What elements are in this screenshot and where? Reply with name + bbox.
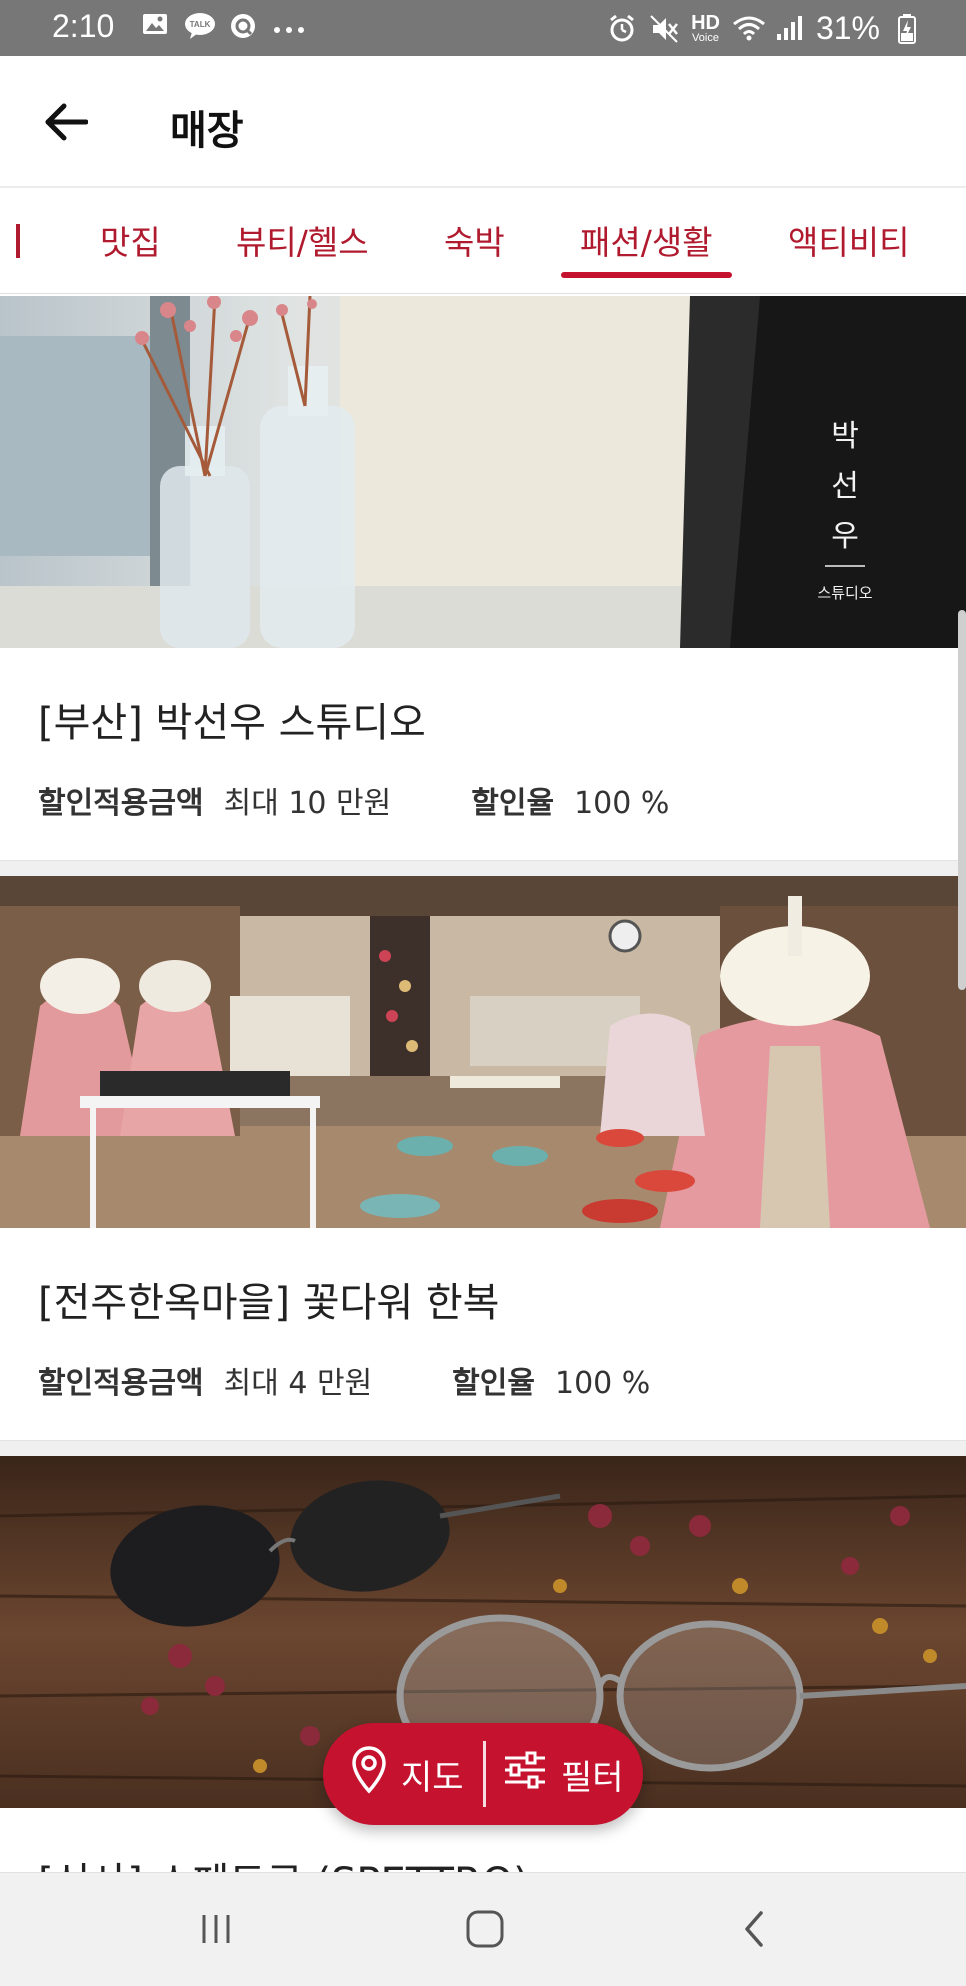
store-discount-info: 할인적용금액 최대 4 만원 할인율 100 %	[38, 1358, 730, 1402]
store-card[interactable]: [전주한옥마을] 꽃다워 한복 할인적용금액 최대 4 만원 할인율 100 %	[0, 876, 966, 1440]
discount-rate-label: 할인율	[452, 1366, 535, 1401]
tab-beauty-health[interactable]: 뷰티/헬스	[236, 216, 369, 264]
map-button[interactable]: 지도	[351, 1723, 464, 1825]
store-title[interactable]: [신사] 스페트로 (SPETTRO)	[38, 1850, 529, 1872]
recent-apps-button[interactable]	[186, 1903, 246, 1959]
map-label: 지도	[401, 1757, 464, 1798]
category-tabs: 맛집 뷰티/헬스 숙박 패션/생활 액티비티	[0, 190, 966, 294]
store-image[interactable]: 박 선 우 스튜디오	[0, 296, 966, 648]
talk-notification-icon: TALK	[184, 12, 215, 42]
svg-text:TALK: TALK	[190, 20, 211, 29]
image-sign-char-1: 박	[831, 419, 859, 454]
tab-restaurants[interactable]: 맛집	[100, 216, 161, 264]
image-sign-char-3: 우	[831, 519, 859, 554]
sliders-icon	[503, 1750, 547, 1799]
wifi-icon	[732, 14, 765, 44]
active-tab-indicator	[561, 272, 732, 278]
image-sign-char-2: 선	[831, 469, 859, 504]
image-notification-icon	[140, 12, 170, 42]
home-icon	[465, 1909, 505, 1953]
system-back-button[interactable]	[724, 1903, 784, 1959]
tab-lodging[interactable]: 숙박	[444, 216, 505, 264]
discount-amount-value: 최대 10 만원	[223, 786, 392, 821]
back-button[interactable]	[36, 94, 96, 154]
discount-rate-label: 할인율	[471, 786, 555, 821]
chevron-left-icon	[739, 1909, 769, 1953]
store-discount-info: 할인적용금액 최대 10 만원 할인율 100 %	[38, 778, 749, 822]
system-navigation-bar	[0, 1872, 966, 1986]
app-bar: 매장	[0, 56, 966, 188]
home-button[interactable]	[455, 1903, 515, 1959]
store-title[interactable]: [부산] 박선우 스튜디오	[38, 690, 426, 748]
more-notifications-icon	[272, 12, 304, 42]
search-app-notification-icon	[228, 12, 258, 42]
discount-rate-value: 100 %	[574, 786, 670, 821]
tab-fashion-living[interactable]: 패션/생활	[580, 216, 713, 264]
alarm-icon	[607, 14, 637, 44]
battery-charging-icon	[892, 13, 922, 44]
page-title: 매장	[170, 108, 244, 154]
battery-percent: 31%	[815, 10, 880, 46]
hd-label: HD	[691, 12, 720, 34]
store-title[interactable]: [전주한옥마을] 꽃다워 한복	[38, 1270, 499, 1328]
status-time: 2:10	[52, 8, 115, 44]
discount-amount-value: 최대 4 만원	[223, 1366, 373, 1401]
map-filter-floating-button: 지도 필터	[323, 1723, 643, 1825]
tab-partial-offscreen[interactable]	[16, 224, 20, 258]
discount-rate-value: 100 %	[554, 1366, 651, 1401]
signal-icon	[774, 14, 804, 44]
fab-divider	[483, 1741, 486, 1807]
arrow-left-icon	[44, 102, 89, 146]
mute-icon	[649, 14, 679, 44]
card-separator	[0, 860, 966, 876]
store-card[interactable]: 박 선 우 스튜디오 [부산] 박선우 스튜디오 할인적용금액 최대 10 만원…	[0, 296, 966, 860]
recent-apps-icon	[198, 1911, 234, 1951]
discount-amount-label: 할인적용금액	[38, 1366, 204, 1401]
hd-voice-icon: HD Voice	[691, 12, 720, 44]
card-separator	[0, 1440, 966, 1456]
image-sign-subtitle: 스튜디오	[817, 584, 872, 602]
filter-button[interactable]: 필터	[503, 1723, 624, 1825]
discount-amount-label: 할인적용금액	[38, 786, 204, 821]
store-image[interactable]	[0, 876, 966, 1228]
tab-activity[interactable]: 액티비티	[788, 216, 909, 264]
map-pin-icon	[351, 1745, 387, 1804]
status-bar: 2:10 TALK HD Voice 31%	[0, 0, 966, 56]
filter-label: 필터	[561, 1757, 624, 1798]
scrollbar[interactable]	[958, 610, 966, 990]
